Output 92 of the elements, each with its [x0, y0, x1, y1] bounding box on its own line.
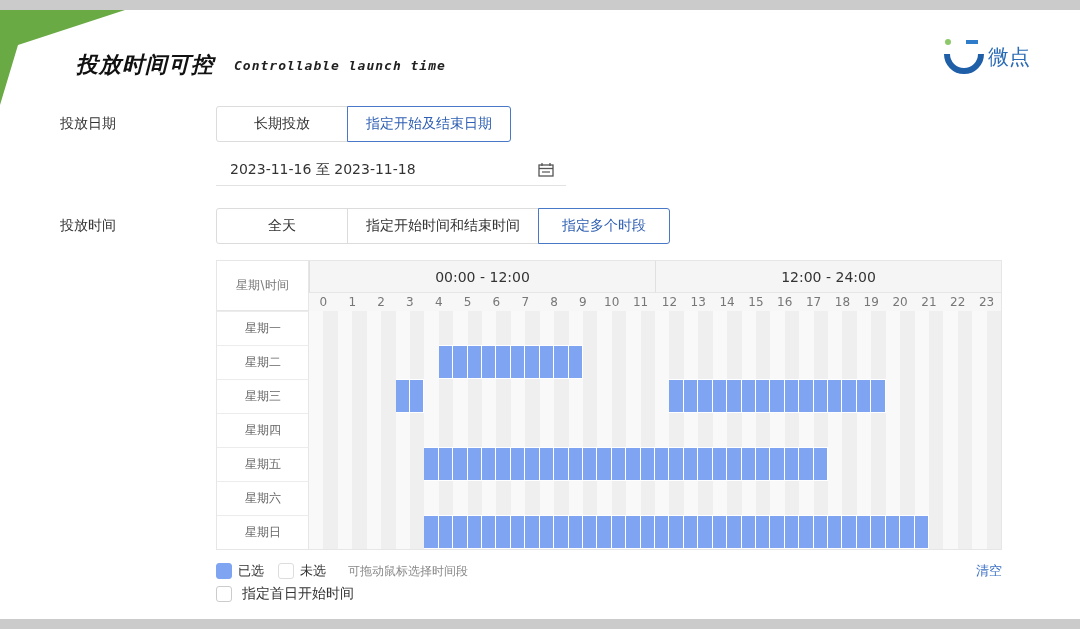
selected-slot[interactable] — [828, 515, 843, 549]
hour-label: 23 — [972, 293, 1001, 311]
hour-label: 18 — [828, 293, 857, 311]
selected-slot[interactable] — [424, 447, 439, 481]
selected-slot[interactable] — [799, 515, 814, 549]
selected-slot[interactable] — [525, 447, 540, 481]
field-label: 投放日期 — [60, 115, 117, 133]
hour-label: 7 — [510, 293, 540, 311]
selected-slot[interactable] — [525, 345, 540, 379]
selected-slot[interactable] — [770, 379, 785, 413]
hour-label: 8 — [539, 293, 569, 311]
selected-slot[interactable] — [900, 515, 915, 549]
selected-slot[interactable] — [698, 515, 713, 549]
hour-label: 14 — [712, 293, 742, 311]
selected-slot[interactable] — [482, 515, 497, 549]
selected-slot[interactable] — [655, 447, 670, 481]
option-tab[interactable]: 指定开始时间和结束时间 — [347, 208, 539, 244]
selected-slot[interactable] — [554, 345, 569, 379]
selected-slot[interactable] — [554, 515, 569, 549]
selected-slot[interactable] — [525, 515, 540, 549]
selected-slot[interactable] — [482, 345, 497, 379]
selected-slot[interactable] — [453, 345, 468, 379]
hour-label: 3 — [395, 293, 425, 311]
date-range-field[interactable]: 2023-11-16 至 2023-11-18 — [216, 154, 566, 186]
hour-label: 19 — [856, 293, 886, 311]
selected-slot[interactable] — [871, 379, 886, 413]
hour-label: 4 — [424, 293, 454, 311]
selected-slot[interactable] — [698, 447, 713, 481]
hour-label: 22 — [943, 293, 973, 311]
slide-title: 投放时间可控 — [76, 51, 214, 79]
selected-slot[interactable] — [770, 515, 785, 549]
selected-slot[interactable] — [597, 447, 612, 481]
logo-text: 微点 — [988, 44, 1030, 71]
selected-slot[interactable] — [698, 379, 713, 413]
clear-link[interactable]: 清空 — [976, 562, 1002, 580]
selected-slot[interactable] — [669, 379, 684, 413]
hint-text: 可拖动鼠标选择时间段 — [348, 562, 468, 580]
legend-label: 未选 — [300, 562, 326, 580]
selected-slot[interactable] — [727, 447, 742, 481]
selected-slot[interactable] — [626, 447, 641, 481]
option-tab[interactable]: 指定多个时段 — [538, 208, 670, 244]
hour-label: 5 — [453, 293, 482, 311]
slide-subtitle: Controllable launch time — [234, 57, 446, 73]
smile-logo-icon — [944, 38, 984, 76]
hour-label: 15 — [741, 293, 771, 311]
selected-slot[interactable] — [554, 447, 569, 481]
selected-slot[interactable] — [424, 515, 439, 549]
hour-label: 6 — [482, 293, 511, 311]
selected-slot[interactable] — [482, 447, 497, 481]
legend-label: 已选 — [238, 562, 264, 580]
hour-label: 17 — [799, 293, 828, 311]
selected-slot[interactable] — [871, 515, 886, 549]
selected-slot[interactable] — [626, 515, 641, 549]
selected-slot[interactable] — [770, 447, 785, 481]
selected-slot[interactable] — [842, 515, 857, 549]
checkbox-label: 指定首日开始时间 — [242, 585, 354, 603]
hour-label: 21 — [914, 293, 944, 311]
time-range-header: 12:00 - 24:00 — [655, 261, 1001, 293]
hour-label: 20 — [885, 293, 915, 311]
selected-slot[interactable] — [655, 515, 670, 549]
hour-label: 10 — [597, 293, 627, 311]
hour-label: 1 — [337, 293, 367, 311]
hour-label: 16 — [770, 293, 800, 311]
selected-slot[interactable] — [496, 447, 511, 481]
selected-slot[interactable] — [727, 515, 742, 549]
hour-label: 11 — [626, 293, 655, 311]
hour-label: 2 — [366, 293, 396, 311]
checkbox[interactable] — [216, 586, 232, 602]
hour-label: 13 — [683, 293, 713, 311]
selected-slot[interactable] — [496, 515, 511, 549]
selected-slot[interactable] — [842, 379, 857, 413]
selected-slot[interactable] — [669, 515, 684, 549]
field-label: 投放时间 — [60, 217, 117, 235]
option-tab[interactable]: 长期投放 — [216, 106, 348, 142]
selected-slot[interactable] — [453, 447, 468, 481]
selected-slot[interactable] — [828, 379, 843, 413]
unselected-swatch — [278, 563, 294, 579]
selected-slot[interactable] — [727, 379, 742, 413]
option-tab[interactable]: 指定开始及结束日期 — [347, 106, 511, 142]
selected-swatch — [216, 563, 232, 579]
selected-slot[interactable] — [597, 515, 612, 549]
hour-label: 12 — [655, 293, 684, 311]
hour-label: 0 — [309, 293, 338, 311]
selected-slot[interactable] — [453, 515, 468, 549]
selected-slot[interactable] — [669, 447, 684, 481]
option-tab[interactable]: 全天 — [216, 208, 348, 244]
selected-slot[interactable] — [799, 379, 814, 413]
hour-label: 9 — [568, 293, 598, 311]
time-range-header: 00:00 - 12:00 — [309, 261, 655, 293]
calendar-icon — [538, 162, 554, 177]
selected-slot[interactable] — [799, 447, 814, 481]
selected-slot[interactable] — [496, 345, 511, 379]
